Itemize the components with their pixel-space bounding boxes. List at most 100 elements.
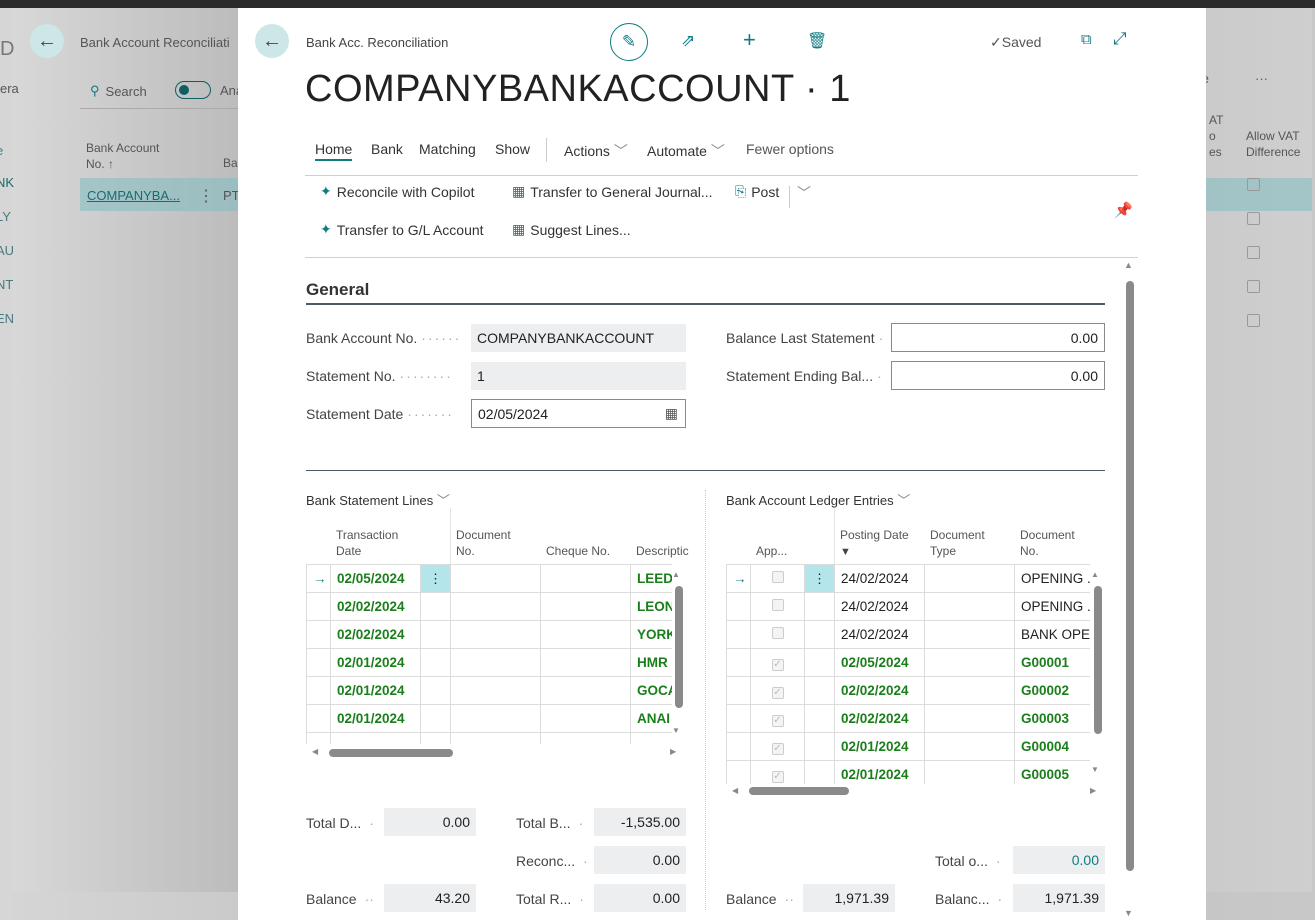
transaction-date-cell[interactable]: 02/01/2024 — [330, 648, 421, 677]
scroll-up-arrow[interactable]: ▲ — [1124, 260, 1133, 270]
applied-checkbox-cell[interactable]: ✓ — [750, 760, 805, 784]
posting-date-cell[interactable]: 02/02/2024 — [834, 676, 925, 705]
table-row[interactable]: 02/02/2024 YORK — [306, 620, 672, 649]
document-type-cell[interactable] — [924, 704, 1015, 733]
posting-date-cell[interactable]: 24/02/2024 — [834, 564, 925, 593]
header-posting-date[interactable]: Posting Date ▼ — [840, 527, 909, 560]
document-no-cell[interactable] — [450, 676, 541, 705]
scroll-left-arrow[interactable]: ◀ — [312, 747, 318, 756]
posting-date-cell[interactable]: 02/01/2024 — [834, 732, 925, 761]
allow-vat-difference-checkbox[interactable] — [1247, 280, 1260, 293]
applied-checkbox[interactable]: ✓ — [771, 742, 784, 755]
row-menu-icon[interactable]: ⋮ — [198, 186, 214, 206]
description-cell[interactable]: GOCA — [630, 676, 672, 705]
background-nav-item[interactable]: AU — [0, 243, 14, 258]
applied-checkbox[interactable]: ✓ — [771, 686, 784, 699]
description-cell[interactable] — [630, 732, 672, 744]
row-indicator[interactable] — [726, 592, 751, 621]
row-bank-account-link[interactable]: COMPANYBA... — [87, 188, 180, 203]
row-menu[interactable]: ⋮ — [804, 564, 835, 593]
tab-home[interactable]: Home — [315, 141, 353, 161]
table-row[interactable]: ✓ 02/02/2024 G00003 — [726, 704, 1090, 733]
allow-vat-difference-checkbox[interactable] — [1247, 246, 1260, 259]
document-no-cell[interactable]: G00003 — [1014, 704, 1090, 733]
description-cell[interactable]: HMR — [630, 648, 672, 677]
total-outstanding-value[interactable]: 0.00 — [1013, 846, 1105, 874]
transfer-to-gl-account-button[interactable]: ✦ Transfer to G/L Account — [320, 221, 484, 238]
header-transaction-date[interactable]: Transaction Date — [336, 527, 398, 559]
suggest-lines-button[interactable]: ▦ Suggest Lines... — [512, 221, 631, 238]
column-header-2[interactable]: Ba — [223, 156, 238, 170]
row-menu[interactable]: ⋮ — [420, 564, 451, 593]
edit-button[interactable]: ✎ — [610, 23, 648, 61]
row-menu[interactable] — [420, 620, 451, 649]
background-nav-item[interactable]: NK — [0, 175, 14, 190]
document-no-cell[interactable] — [450, 620, 541, 649]
applied-checkbox[interactable] — [771, 627, 784, 639]
scroll-down-arrow[interactable]: ▼ — [1091, 765, 1099, 774]
new-icon[interactable]: + — [743, 27, 756, 53]
applied-checkbox-cell[interactable]: ✓ — [750, 704, 805, 733]
row-indicator[interactable] — [726, 620, 751, 649]
scroll-right-arrow[interactable]: ▶ — [1090, 786, 1096, 795]
document-no-cell[interactable]: OPENING .. — [1014, 564, 1090, 593]
scroll-right-arrow[interactable]: ▶ — [670, 747, 676, 756]
analysis-toggle[interactable] — [175, 81, 211, 99]
document-no-cell[interactable]: BANK OPE. — [1014, 620, 1090, 649]
column-header-bank-account[interactable]: Bank Account No. ↑ — [86, 140, 159, 172]
document-no-cell[interactable] — [450, 564, 541, 593]
calendar-icon[interactable]: ▦ — [665, 405, 678, 422]
table-row[interactable]: → ⋮ 24/02/2024 OPENING .. — [726, 564, 1090, 593]
balance-last-statement-input[interactable]: 0.00 — [891, 323, 1105, 352]
background-nav-item[interactable]: NT — [0, 277, 13, 292]
document-type-cell[interactable] — [924, 760, 1015, 784]
row-indicator[interactable] — [726, 648, 751, 677]
applied-checkbox[interactable] — [771, 599, 784, 611]
row-indicator[interactable] — [726, 704, 751, 733]
table-row[interactable]: ✓ 02/01/2024 G00005 — [726, 760, 1090, 784]
applied-checkbox[interactable]: ✓ — [771, 770, 784, 783]
transaction-date-cell[interactable]: 02/02/2024 — [330, 620, 421, 649]
background-nav-item[interactable]: EN — [0, 311, 14, 326]
table-row[interactable]: →02/05/2024⋮ LEEDS — [306, 564, 672, 593]
table-row[interactable]: 02/02/2024 LEON — [306, 592, 672, 621]
applied-checkbox-cell[interactable] — [750, 592, 805, 621]
row-indicator[interactable] — [726, 676, 751, 705]
header-applied[interactable]: App... — [756, 543, 787, 559]
header-description[interactable]: Descriptic — [636, 543, 689, 559]
cheque-no-cell[interactable] — [540, 564, 631, 593]
cheque-no-cell[interactable] — [540, 676, 631, 705]
row-indicator[interactable] — [306, 648, 331, 677]
cheque-no-cell[interactable] — [540, 648, 631, 677]
statement-date-input[interactable]: 02/05/2024 ▦ — [471, 399, 686, 428]
open-new-window-icon[interactable]: ⧉ — [1081, 31, 1092, 48]
page-scrollbar[interactable] — [1126, 281, 1134, 871]
applied-checkbox-cell[interactable]: ✓ — [750, 648, 805, 677]
document-no-cell[interactable] — [450, 648, 541, 677]
statement-lines-vertical-scrollbar[interactable] — [675, 586, 683, 708]
cheque-no-cell[interactable] — [540, 620, 631, 649]
document-type-cell[interactable] — [924, 648, 1015, 677]
row-indicator[interactable] — [306, 704, 331, 733]
document-no-cell[interactable]: G00005 — [1014, 760, 1090, 784]
column-header-allow-vat[interactable]: Allow VAT Difference — [1246, 128, 1300, 160]
table-row[interactable]: 02/01/2024 HMR — [306, 648, 672, 677]
allow-vat-difference-checkbox[interactable] — [1247, 314, 1260, 327]
scroll-down-arrow[interactable]: ▼ — [672, 726, 680, 735]
row-menu[interactable] — [804, 760, 835, 784]
cheque-no-cell[interactable] — [540, 732, 631, 744]
row-menu[interactable] — [420, 592, 451, 621]
transaction-date-cell[interactable] — [330, 732, 421, 744]
table-row[interactable]: 24/02/2024 BANK OPE. — [726, 620, 1090, 649]
row-indicator[interactable]: → — [726, 564, 751, 593]
posting-date-cell[interactable]: 02/05/2024 — [834, 648, 925, 677]
ledger-entries-title[interactable]: Bank Account Ledger Entries ﹀ — [726, 490, 910, 509]
section-general-title[interactable]: General — [306, 280, 369, 300]
document-no-cell[interactable]: OPENING .. — [1014, 592, 1090, 621]
row-menu[interactable] — [420, 732, 451, 744]
statement-lines-horizontal-scrollbar[interactable] — [329, 749, 453, 757]
description-cell[interactable]: ANAI — [630, 704, 672, 733]
statement-ending-balance-input[interactable]: 0.00 — [891, 361, 1105, 390]
allow-vat-difference-checkbox[interactable] — [1247, 178, 1260, 191]
row-indicator[interactable]: → — [306, 564, 331, 593]
